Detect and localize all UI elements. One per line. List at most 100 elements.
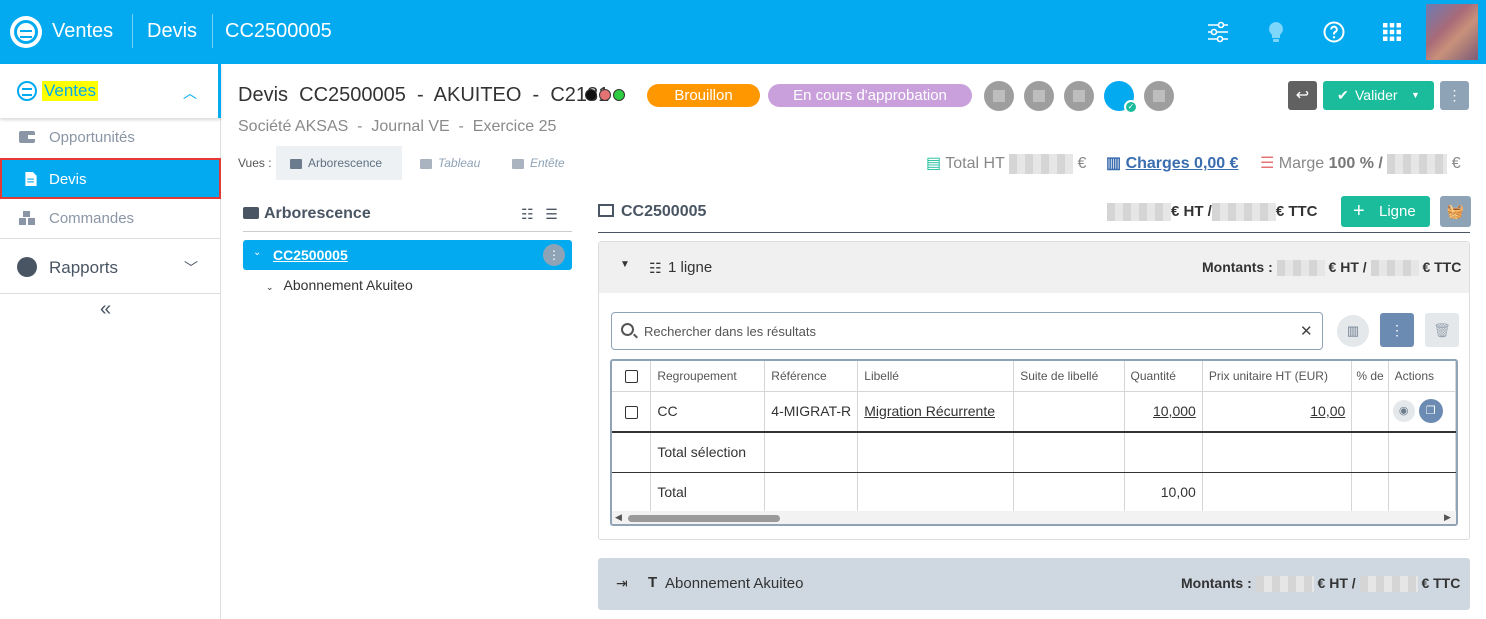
column-header[interactable]: Quantité: [1124, 361, 1203, 392]
total-ht: ▤ Total HT €: [926, 153, 1086, 174]
tree-node-label[interactable]: CC2500005: [273, 247, 348, 263]
grid-options-button[interactable]: ⋮: [1380, 313, 1414, 347]
column-header[interactable]: Suite de libellé: [1013, 361, 1125, 392]
add-line-button[interactable]: + Ligne: [1341, 196, 1430, 227]
cell-libelle[interactable]: Migration Récurrente: [857, 391, 1015, 433]
sidebar-item-rapports[interactable]: Rapports ﹀: [0, 238, 221, 294]
montants-label: Montants :: [1202, 259, 1273, 275]
view-tab-label: Arborescence: [308, 156, 383, 170]
cell-actions: ◉ ❐: [1388, 391, 1456, 433]
sidebar-item-commandes[interactable]: Commandes: [0, 199, 221, 239]
column-header[interactable]: Référence: [764, 361, 859, 392]
approver-avatar[interactable]: [1144, 81, 1174, 111]
tree-node-child[interactable]: ⌄ Abonnement Akuiteo: [266, 277, 413, 293]
undo-button[interactable]: ↩: [1288, 81, 1317, 110]
caret-down-icon[interactable]: ▼: [620, 259, 630, 270]
apps-grid-icon[interactable]: [1380, 20, 1404, 44]
breadcrumb-separator: [132, 14, 133, 48]
table-row[interactable]: CC 4-MIGRAT-R Migration Récurrente 10,00…: [612, 391, 1456, 433]
chevron-up-icon[interactable]: ︿: [183, 83, 197, 103]
status-dots: [585, 88, 627, 106]
tree-expand-icon[interactable]: ☷: [521, 206, 534, 222]
select-all-checkbox[interactable]: [612, 361, 652, 392]
table-icon: [420, 158, 432, 169]
column-header[interactable]: Actions: [1388, 361, 1456, 392]
add-line-label: Ligne: [1379, 203, 1416, 220]
sliders-icon: ☰: [1260, 155, 1275, 172]
valider-button[interactable]: ✔ Valider ▼: [1323, 81, 1434, 110]
breadcrumb-section[interactable]: Devis: [147, 20, 197, 43]
view-tab-entete[interactable]: Entête: [512, 146, 592, 180]
sidebar-item-devis[interactable]: Devis: [0, 158, 221, 199]
search-input[interactable]: [644, 321, 1264, 341]
scroll-right-icon[interactable]: ▶: [1444, 512, 1451, 523]
horizontal-scrollbar[interactable]: ◀ ▶: [612, 511, 1456, 524]
copy-icon[interactable]: ❐: [1418, 399, 1443, 424]
status-badge-draft: Brouillon: [647, 84, 760, 107]
plus-icon: +: [1353, 200, 1365, 222]
column-header[interactable]: Libellé: [857, 361, 1015, 392]
folder-open-icon: [243, 207, 259, 219]
cell-percent: [1351, 391, 1389, 433]
chart-pie-icon: [17, 257, 37, 277]
redacted-value: [1387, 153, 1448, 174]
panel-amounts: Montants : € HT / € TTC: [1202, 259, 1461, 277]
lines-title-label: CC2500005: [621, 203, 707, 220]
breadcrumb-document: CC2500005: [225, 20, 332, 42]
indent-icon[interactable]: ☰: [545, 206, 558, 222]
column-header[interactable]: Regroupement: [650, 361, 766, 392]
row-checkbox[interactable]: [612, 391, 652, 433]
ht-suffix: € HT /: [1317, 575, 1356, 591]
approver-avatar-approved[interactable]: ✓: [1104, 81, 1138, 114]
eye-icon[interactable]: ◉: [1392, 400, 1415, 423]
delete-button[interactable]: 🗑: [1425, 313, 1459, 347]
scroll-thumb[interactable]: [628, 515, 780, 522]
redacted-value: [1359, 576, 1418, 593]
sidebar-item-label: Rapports: [49, 258, 118, 277]
currency: €: [1451, 155, 1461, 172]
approver-avatar[interactable]: [984, 81, 1014, 111]
scroll-left-icon[interactable]: ◀: [615, 512, 622, 523]
tree-title: Arborescence: [243, 205, 371, 223]
divider: [598, 232, 1470, 233]
tree-node-root[interactable]: ⌄ CC2500005 ⋮: [243, 240, 572, 270]
breadcrumb-separator: [212, 14, 213, 48]
app-logo-icon[interactable]: [10, 16, 42, 48]
avatar[interactable]: [1426, 4, 1478, 60]
boxes-icon: [19, 211, 35, 225]
approver-avatar[interactable]: [1024, 81, 1054, 111]
sidebar-item-label: Ventes: [42, 81, 98, 101]
column-header[interactable]: Prix unitaire HT (EUR): [1202, 361, 1353, 392]
cell-quantite[interactable]: 10,000: [1124, 391, 1203, 433]
page-title: Devis CC2500005 - AKUITEO - C2181: [238, 84, 610, 106]
basket-button[interactable]: 🧺: [1440, 196, 1471, 227]
total-selection-label: Total sélection: [650, 432, 766, 473]
tree-title-label: Arborescence: [264, 205, 371, 222]
sliders-icon[interactable]: [1206, 20, 1230, 44]
view-tab-arborescence[interactable]: Arborescence: [276, 146, 402, 180]
lightbulb-icon[interactable]: [1264, 20, 1288, 44]
collapse-sidebar-button[interactable]: «: [100, 298, 111, 321]
breadcrumb-app[interactable]: Ventes: [52, 20, 113, 43]
columns-button[interactable]: ▥: [1337, 315, 1369, 347]
approver-avatar[interactable]: [1064, 81, 1094, 111]
kebab-icon[interactable]: ⋮: [543, 244, 565, 266]
chevron-down-icon[interactable]: ﹀: [184, 258, 198, 278]
column-header[interactable]: % de: [1351, 361, 1389, 392]
lines-panel-header[interactable]: ▼ ☷ 1 ligne Montants : € HT / € TTC: [599, 242, 1469, 293]
chevron-down-icon[interactable]: ⌄: [253, 247, 261, 258]
help-icon[interactable]: [1322, 20, 1346, 44]
sidebar-item-opportunites[interactable]: Opportunités: [0, 118, 221, 158]
view-tab-tableau[interactable]: Tableau: [420, 146, 500, 180]
cell-reference: 4-MIGRAT-R: [764, 391, 859, 433]
tree-node-label[interactable]: Abonnement Akuiteo: [284, 277, 413, 293]
more-actions-button[interactable]: ⋮: [1440, 81, 1469, 110]
section-panel[interactable]: ⇥ T Abonnement Akuiteo Montants : € HT /…: [598, 558, 1470, 610]
chevron-down-icon[interactable]: ⌄: [266, 282, 274, 292]
charges-link[interactable]: ▥ Charges 0,00 €: [1106, 153, 1239, 173]
charges-label: Charges 0,00 €: [1125, 155, 1239, 172]
bar-chart-icon: ▥: [1106, 155, 1122, 172]
close-icon[interactable]: ✕: [1300, 322, 1313, 340]
cell-prix[interactable]: 10,00: [1202, 391, 1353, 433]
sidebar-item-ventes[interactable]: Ventes ︿: [0, 64, 221, 118]
